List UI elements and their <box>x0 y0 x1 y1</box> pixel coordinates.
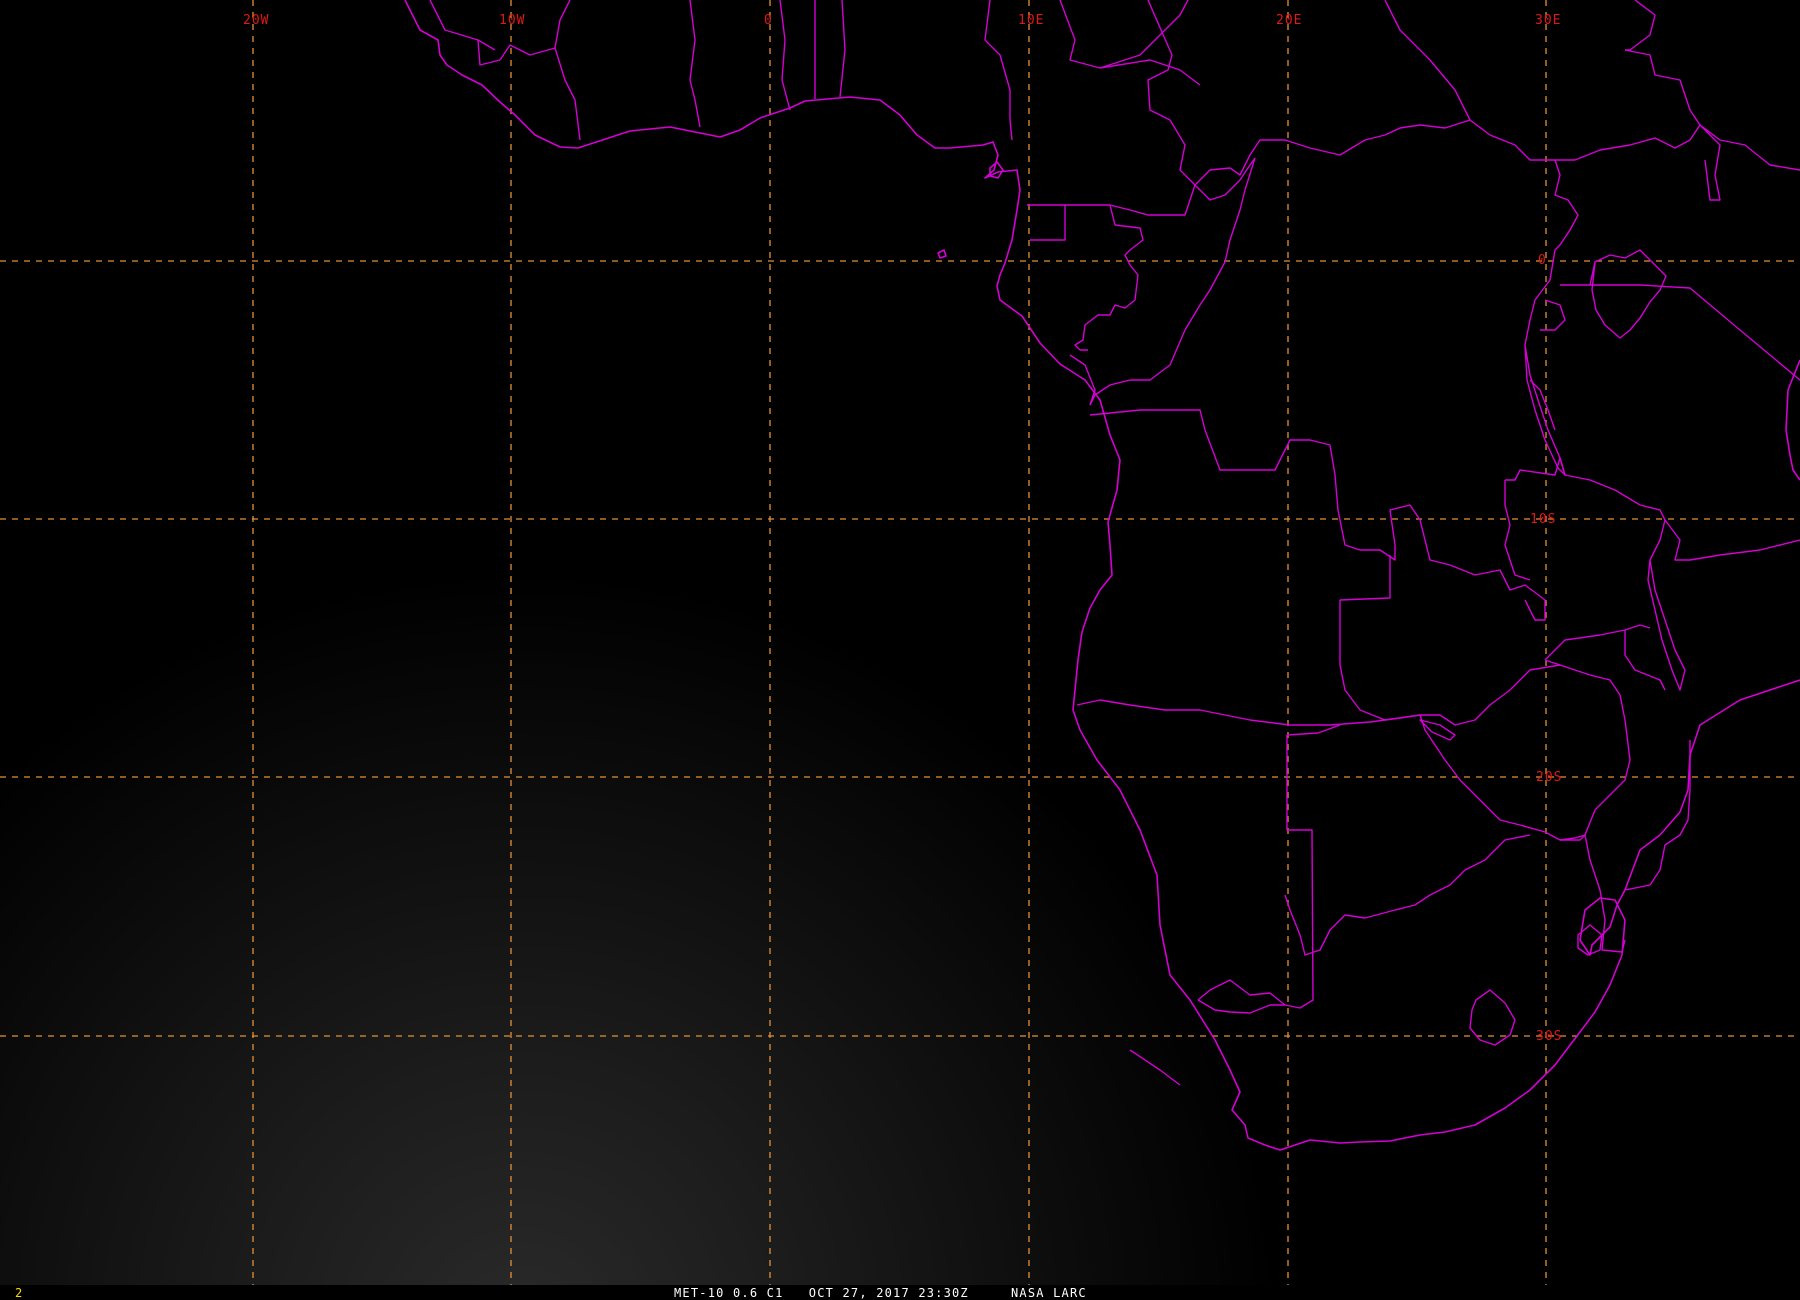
lon-label-10w: 10W <box>499 13 525 28</box>
lon-label-30e: 30E <box>1535 13 1561 28</box>
ocean-glow <box>0 0 1800 1285</box>
frame-number: 2 <box>15 1286 23 1300</box>
lon-label-0: 0 <box>764 13 773 28</box>
lat-label-20s: 20S <box>1536 770 1562 785</box>
lon-label-10e: 10E <box>1018 13 1044 28</box>
lat-label-0: 0 <box>1538 253 1547 268</box>
lat-label-30s: 30S <box>1536 1029 1562 1044</box>
status-bar: 2 MET-10 0.6 C1 OCT 27, 2017 23:30Z NASA… <box>0 1286 1800 1300</box>
lon-label-20w: 20W <box>243 13 269 28</box>
image-caption: MET-10 0.6 C1 OCT 27, 2017 23:30Z NASA L… <box>674 1286 1087 1300</box>
lon-label-20e: 20E <box>1276 13 1302 28</box>
satellite-map-viewport: 20W 10W 0 10E 20E 30E 0 10S 20S 30S 2 ME… <box>0 0 1800 1300</box>
map-canvas: 20W 10W 0 10E 20E 30E 0 10S 20S 30S <box>0 0 1800 1285</box>
lat-label-10s: 10S <box>1530 512 1556 527</box>
